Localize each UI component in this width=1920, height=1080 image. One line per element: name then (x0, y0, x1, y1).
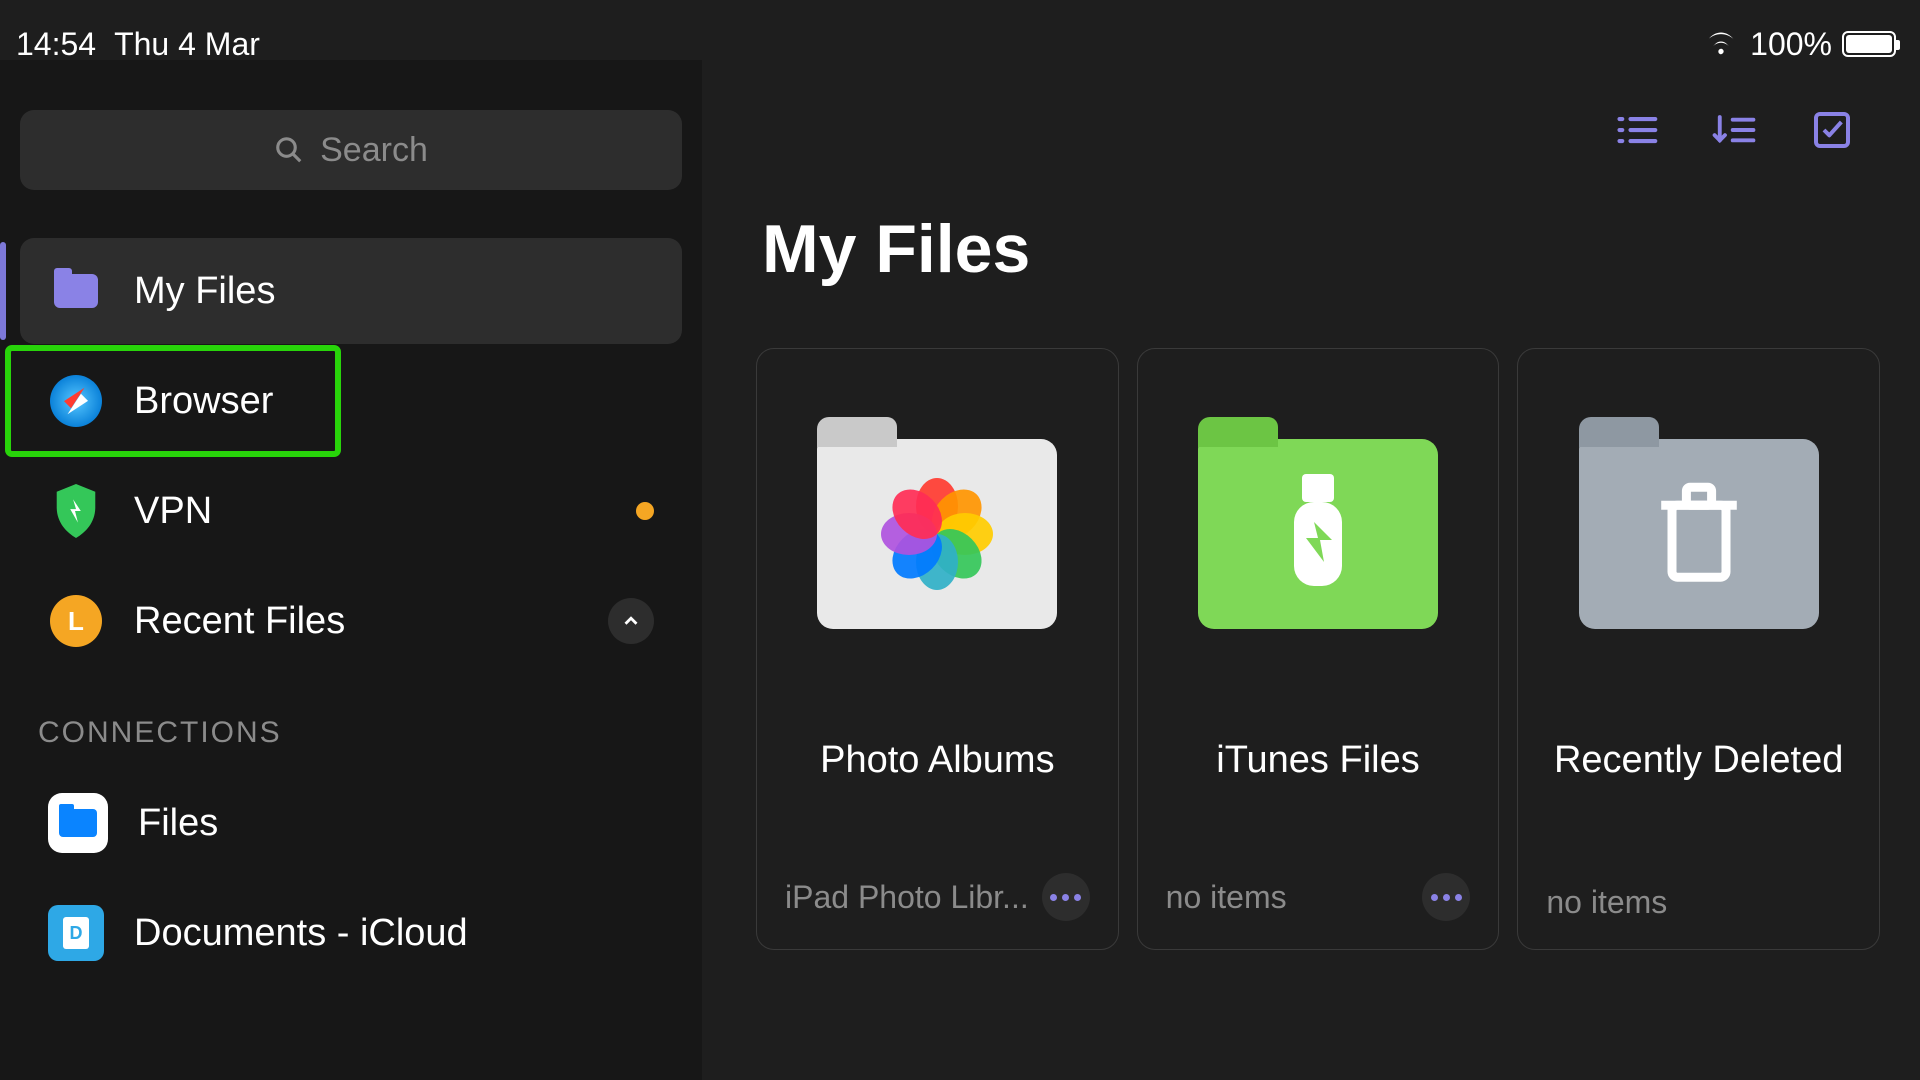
status-dot-icon (636, 502, 654, 520)
connections-heading: CONNECTIONS (20, 716, 682, 750)
folder-subtitle: no items (1166, 879, 1287, 916)
clock-icon: L (48, 593, 104, 649)
sidebar-item-label: Browser (134, 380, 273, 423)
search-placeholder: Search (320, 131, 428, 170)
folder-title: Recently Deleted (1554, 739, 1843, 782)
sidebar-item-my-files[interactable]: My Files (20, 238, 682, 344)
sidebar-item-label: Files (138, 802, 218, 845)
sidebar-item-documents-icloud[interactable]: D Documents - iCloud (20, 880, 682, 986)
sidebar-item-recent-files[interactable]: L Recent Files (20, 568, 682, 674)
folder-title: iTunes Files (1216, 739, 1419, 782)
sidebar-item-label: My Files (134, 270, 275, 313)
files-app-icon (48, 793, 108, 853)
sidebar-item-browser[interactable]: Browser (8, 348, 338, 454)
more-button[interactable] (1042, 873, 1090, 921)
status-time: 14:54 (16, 26, 96, 63)
more-button[interactable] (1422, 873, 1470, 921)
shield-icon (48, 484, 104, 538)
folder-grid: Photo Albums iPad Photo Libr... iTunes F… (756, 348, 1880, 950)
sidebar-item-label: Documents - iCloud (134, 912, 468, 955)
toolbar (756, 110, 1880, 150)
list-view-icon[interactable] (1612, 110, 1660, 150)
folder-card-photo-albums[interactable]: Photo Albums iPad Photo Libr... (756, 348, 1119, 950)
wifi-icon (1702, 26, 1740, 63)
sidebar-item-label: VPN (134, 490, 212, 533)
main-panel: My Files Photo Albums iPad Photo Libr... (702, 90, 1920, 1080)
folder-icon (1579, 439, 1819, 629)
select-icon[interactable] (1808, 110, 1856, 150)
compass-icon (48, 373, 104, 429)
battery-icon (1842, 31, 1896, 57)
folder-card-itunes-files[interactable]: iTunes Files no items (1137, 348, 1500, 950)
trash-icon (1654, 474, 1744, 594)
sidebar: Search My Files Browser VPN L Recent Fil… (0, 60, 702, 1080)
folder-subtitle: no items (1546, 884, 1667, 921)
sidebar-item-files[interactable]: Files (20, 770, 682, 876)
page-title: My Files (762, 210, 1880, 288)
folder-icon (48, 263, 104, 319)
folder-icon (817, 439, 1057, 629)
chevron-up-icon[interactable] (608, 598, 654, 644)
folder-icon (1198, 439, 1438, 629)
battery-percentage: 100% (1750, 26, 1832, 63)
sort-icon[interactable] (1710, 110, 1758, 150)
sidebar-item-label: Recent Files (134, 600, 345, 643)
search-input[interactable]: Search (20, 110, 682, 190)
usb-drive-icon (1273, 474, 1363, 594)
folder-title: Photo Albums (820, 739, 1054, 782)
documents-app-icon: D (48, 905, 104, 961)
folder-card-recently-deleted[interactable]: Recently Deleted no items (1517, 348, 1880, 950)
photos-flower-icon (882, 479, 992, 589)
sidebar-item-vpn[interactable]: VPN (20, 458, 682, 564)
folder-subtitle: iPad Photo Libr... (785, 879, 1029, 916)
status-date: Thu 4 Mar (114, 26, 260, 63)
